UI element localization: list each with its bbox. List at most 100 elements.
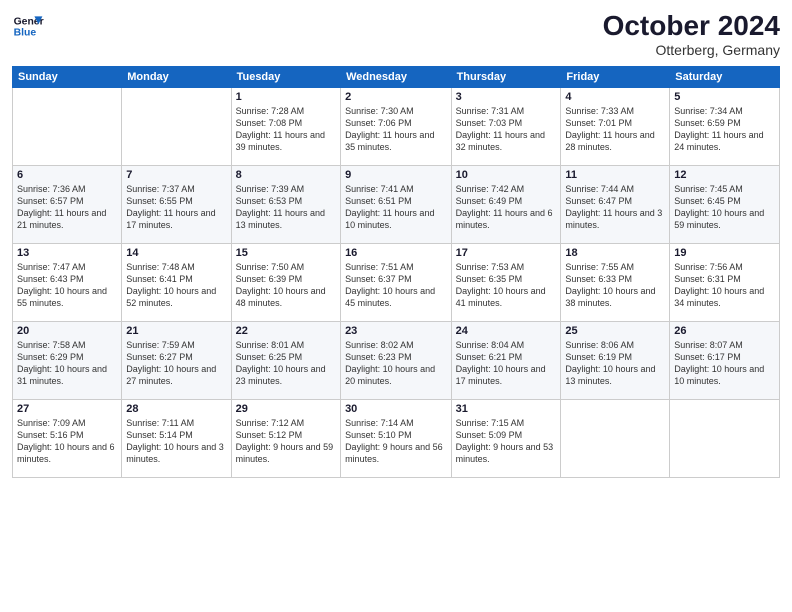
day-number: 27 <box>17 403 117 415</box>
day-info: Sunrise: 7:56 AM Sunset: 6:31 PM Dayligh… <box>674 261 775 310</box>
day-info: Sunrise: 7:44 AM Sunset: 6:47 PM Dayligh… <box>565 183 665 232</box>
day-number: 7 <box>126 169 226 181</box>
header-wednesday: Wednesday <box>341 67 452 88</box>
day-number: 2 <box>345 91 447 103</box>
header-saturday: Saturday <box>670 67 780 88</box>
day-info: Sunrise: 7:45 AM Sunset: 6:45 PM Dayligh… <box>674 183 775 232</box>
table-row: 7 Sunrise: 7:37 AM Sunset: 6:55 PM Daylig… <box>122 166 231 244</box>
table-row: 21 Sunrise: 7:59 AM Sunset: 6:27 PM Dayli… <box>122 322 231 400</box>
calendar-week-row: 6 Sunrise: 7:36 AM Sunset: 6:57 PM Daylig… <box>13 166 780 244</box>
day-info: Sunrise: 7:42 AM Sunset: 6:49 PM Dayligh… <box>456 183 557 232</box>
table-row: 17Sunrise: 7:53 AM Sunset: 6:35 PM Dayli… <box>451 244 561 322</box>
table-row: 31 Sunrise: 7:15 AM Sunset: 5:09 PM Dayli… <box>451 400 561 478</box>
header-thursday: Thursday <box>451 67 561 88</box>
table-row: 25 Sunrise: 8:06 AM Sunset: 6:19 PM Dayli… <box>561 322 670 400</box>
day-info: Sunrise: 8:01 AM Sunset: 6:25 PM Dayligh… <box>236 339 336 388</box>
day-number: 11 <box>565 169 665 181</box>
day-info: Sunrise: 7:50 AM Sunset: 6:39 PM Dayligh… <box>236 261 336 310</box>
table-row: 8Sunrise: 7:39 AM Sunset: 6:53 PM Daylig… <box>231 166 340 244</box>
day-number: 26 <box>674 325 775 337</box>
day-number: 18 <box>565 247 665 259</box>
day-number: 31 <box>456 403 557 415</box>
day-info: Sunrise: 7:15 AM Sunset: 5:09 PM Dayligh… <box>456 417 557 466</box>
day-number: 21 <box>126 325 226 337</box>
day-number: 6 <box>17 169 117 181</box>
page: General Blue October 2024 Otterberg, Ger… <box>0 0 792 612</box>
day-info: Sunrise: 7:41 AM Sunset: 6:51 PM Dayligh… <box>345 183 447 232</box>
day-info: Sunrise: 7:55 AM Sunset: 6:33 PM Dayligh… <box>565 261 665 310</box>
table-row: 24Sunrise: 8:04 AM Sunset: 6:21 PM Dayli… <box>451 322 561 400</box>
day-info: Sunrise: 8:07 AM Sunset: 6:17 PM Dayligh… <box>674 339 775 388</box>
header-friday: Friday <box>561 67 670 88</box>
day-info: Sunrise: 7:09 AM Sunset: 5:16 PM Dayligh… <box>17 417 117 466</box>
table-row: 11 Sunrise: 7:44 AM Sunset: 6:47 PM Dayli… <box>561 166 670 244</box>
location-subtitle: Otterberg, Germany <box>603 42 780 58</box>
table-row: 28Sunrise: 7:11 AM Sunset: 5:14 PM Dayli… <box>122 400 231 478</box>
table-row: 20Sunrise: 7:58 AM Sunset: 6:29 PM Dayli… <box>13 322 122 400</box>
table-row <box>122 88 231 166</box>
day-number: 25 <box>565 325 665 337</box>
day-number: 12 <box>674 169 775 181</box>
table-row: 30 Sunrise: 7:14 AM Sunset: 5:10 PM Dayli… <box>341 400 452 478</box>
svg-text:Blue: Blue <box>14 28 37 39</box>
day-number: 13 <box>17 247 117 259</box>
day-number: 5 <box>674 91 775 103</box>
day-number: 1 <box>236 91 336 103</box>
table-row: 23 Sunrise: 8:02 AM Sunset: 6:23 PM Dayli… <box>341 322 452 400</box>
table-row: 16 Sunrise: 7:51 AM Sunset: 6:37 PM Dayli… <box>341 244 452 322</box>
logo-icon: General Blue <box>12 10 44 42</box>
day-info: Sunrise: 7:11 AM Sunset: 5:14 PM Dayligh… <box>126 417 226 466</box>
table-row: 29Sunrise: 7:12 AM Sunset: 5:12 PM Dayli… <box>231 400 340 478</box>
table-row: 19 Sunrise: 7:56 AM Sunset: 6:31 PM Dayli… <box>670 244 780 322</box>
month-year-title: October 2024 <box>603 10 780 42</box>
calendar-week-row: 27 Sunrise: 7:09 AM Sunset: 5:16 PM Dayli… <box>13 400 780 478</box>
day-number: 22 <box>236 325 336 337</box>
table-row: 4Sunrise: 7:33 AM Sunset: 7:01 PM Daylig… <box>561 88 670 166</box>
day-info: Sunrise: 7:39 AM Sunset: 6:53 PM Dayligh… <box>236 183 336 232</box>
day-number: 29 <box>236 403 336 415</box>
table-row: 2 Sunrise: 7:30 AM Sunset: 7:06 PM Daylig… <box>341 88 452 166</box>
day-info: Sunrise: 7:31 AM Sunset: 7:03 PM Dayligh… <box>456 105 557 154</box>
day-number: 16 <box>345 247 447 259</box>
day-number: 20 <box>17 325 117 337</box>
table-row: 22 Sunrise: 8:01 AM Sunset: 6:25 PM Dayli… <box>231 322 340 400</box>
table-row: 12 Sunrise: 7:45 AM Sunset: 6:45 PM Dayli… <box>670 166 780 244</box>
table-row <box>670 400 780 478</box>
table-row: 26 Sunrise: 8:07 AM Sunset: 6:17 PM Dayli… <box>670 322 780 400</box>
day-info: Sunrise: 7:30 AM Sunset: 7:06 PM Dayligh… <box>345 105 447 154</box>
table-row: 1Sunrise: 7:28 AM Sunset: 7:08 PM Daylig… <box>231 88 340 166</box>
table-row: 15 Sunrise: 7:50 AM Sunset: 6:39 PM Dayli… <box>231 244 340 322</box>
calendar-week-row: 1Sunrise: 7:28 AM Sunset: 7:08 PM Daylig… <box>13 88 780 166</box>
day-number: 15 <box>236 247 336 259</box>
day-number: 10 <box>456 169 557 181</box>
table-row: 27 Sunrise: 7:09 AM Sunset: 5:16 PM Dayli… <box>13 400 122 478</box>
day-info: Sunrise: 7:48 AM Sunset: 6:41 PM Dayligh… <box>126 261 226 310</box>
table-row: 10 Sunrise: 7:42 AM Sunset: 6:49 PM Dayli… <box>451 166 561 244</box>
title-block: October 2024 Otterberg, Germany <box>603 10 780 58</box>
day-info: Sunrise: 7:14 AM Sunset: 5:10 PM Dayligh… <box>345 417 447 466</box>
day-info: Sunrise: 7:59 AM Sunset: 6:27 PM Dayligh… <box>126 339 226 388</box>
weekday-header-row: Sunday Monday Tuesday Wednesday Thursday… <box>13 67 780 88</box>
day-number: 14 <box>126 247 226 259</box>
day-info: Sunrise: 7:33 AM Sunset: 7:01 PM Dayligh… <box>565 105 665 154</box>
table-row: 9Sunrise: 7:41 AM Sunset: 6:51 PM Daylig… <box>341 166 452 244</box>
day-info: Sunrise: 7:37 AM Sunset: 6:55 PM Dayligh… <box>126 183 226 232</box>
header-sunday: Sunday <box>13 67 122 88</box>
day-number: 30 <box>345 403 447 415</box>
day-number: 19 <box>674 247 775 259</box>
day-info: Sunrise: 8:02 AM Sunset: 6:23 PM Dayligh… <box>345 339 447 388</box>
table-row <box>561 400 670 478</box>
day-number: 23 <box>345 325 447 337</box>
calendar-table: Sunday Monday Tuesday Wednesday Thursday… <box>12 66 780 478</box>
day-info: Sunrise: 8:06 AM Sunset: 6:19 PM Dayligh… <box>565 339 665 388</box>
calendar-week-row: 13Sunrise: 7:47 AM Sunset: 6:43 PM Dayli… <box>13 244 780 322</box>
table-row: 13Sunrise: 7:47 AM Sunset: 6:43 PM Dayli… <box>13 244 122 322</box>
calendar-week-row: 20Sunrise: 7:58 AM Sunset: 6:29 PM Dayli… <box>13 322 780 400</box>
day-info: Sunrise: 7:36 AM Sunset: 6:57 PM Dayligh… <box>17 183 117 232</box>
table-row: 5Sunrise: 7:34 AM Sunset: 6:59 PM Daylig… <box>670 88 780 166</box>
header-tuesday: Tuesday <box>231 67 340 88</box>
day-info: Sunrise: 7:51 AM Sunset: 6:37 PM Dayligh… <box>345 261 447 310</box>
header-monday: Monday <box>122 67 231 88</box>
table-row: 3Sunrise: 7:31 AM Sunset: 7:03 PM Daylig… <box>451 88 561 166</box>
logo: General Blue <box>12 10 44 42</box>
